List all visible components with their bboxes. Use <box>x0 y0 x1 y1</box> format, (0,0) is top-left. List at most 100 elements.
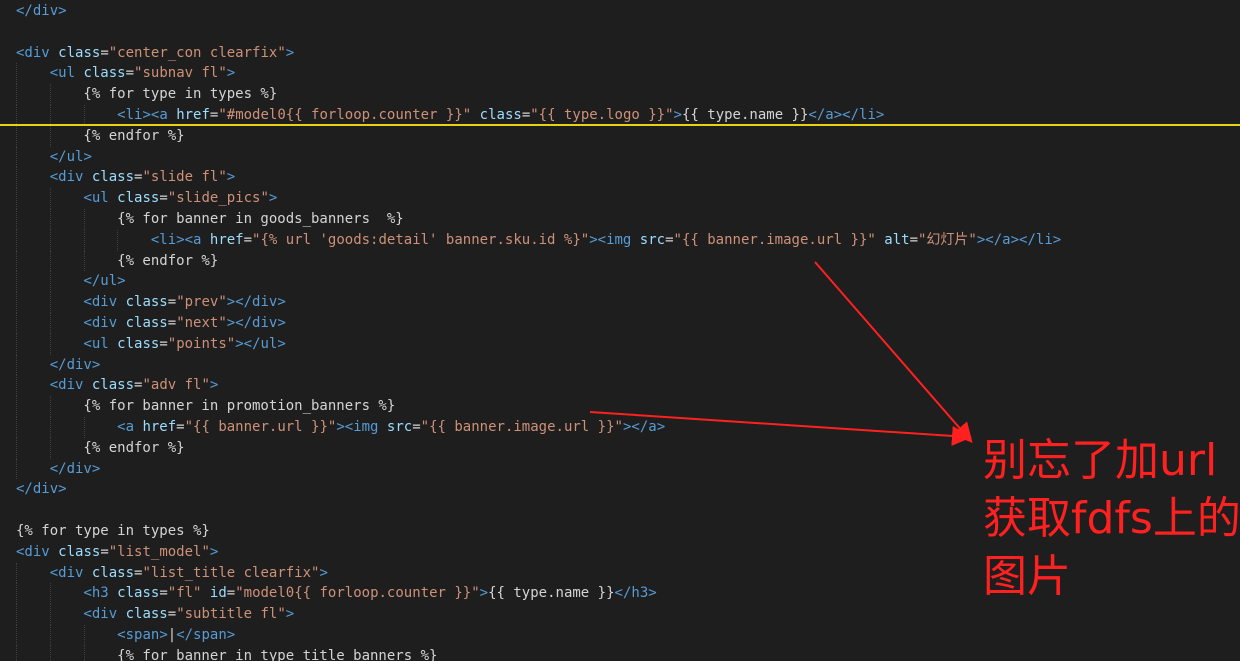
indent-guide <box>49 250 51 272</box>
indent-guide <box>49 333 51 355</box>
code-text: <li><a href="#model0{{ forloop.counter }… <box>117 106 885 123</box>
code-line[interactable]: </ul> <box>0 271 1240 293</box>
indent-guide <box>16 208 17 230</box>
indent-guide <box>16 458 17 480</box>
annotation-line-2: 获取fdfs上的 <box>983 493 1240 544</box>
indent-guide <box>16 63 17 85</box>
code-line[interactable]: </div> <box>0 1 1240 22</box>
code-line[interactable]: </ul> <box>0 146 1240 168</box>
code-line[interactable]: <ul class="points"></ul> <box>0 333 1240 355</box>
indent-guide <box>16 167 17 189</box>
indent-guide <box>49 188 51 209</box>
code-text: <div class="list_title clearfix"> <box>49 564 328 581</box>
indent-guide <box>49 396 51 417</box>
code-line[interactable]: <li><a href="{% url 'goods:detail' banne… <box>0 229 1240 251</box>
indent-guide <box>16 645 17 661</box>
code-line[interactable]: </div> <box>0 354 1240 376</box>
code-text: <div class="slide fl"> <box>49 169 236 186</box>
code-text: </div> <box>16 3 67 19</box>
indent-guide <box>16 396 17 417</box>
indent-guide <box>49 208 51 230</box>
indent-guide <box>16 562 17 584</box>
code-text: <div class="adv fl"> <box>49 377 219 394</box>
indent-guide <box>117 229 119 251</box>
indent-guide <box>83 229 85 251</box>
indent-guide <box>49 416 51 438</box>
indent-guide <box>83 645 85 661</box>
indent-guide <box>49 125 51 147</box>
code-editor[interactable]: </div> <div class="center_con clearfix"> … <box>0 0 1240 661</box>
code-text: {% endfor %} <box>16 439 185 456</box>
indent-guide <box>49 624 51 646</box>
code-line[interactable]: <div class="subtitle fl"> <box>0 604 1240 625</box>
indent-guide <box>49 271 51 293</box>
indent-guide <box>16 229 17 251</box>
code-text: <div class="next"></div> <box>83 314 286 331</box>
code-text: <div class="subtitle fl"> <box>83 606 295 623</box>
code-text: <a href="{{ banner.url }}"><img src="{{ … <box>117 418 666 435</box>
code-text: {% for banner in promotion_banners %} <box>16 398 396 415</box>
code-text: {% endfor %} <box>16 127 185 144</box>
indent-guide <box>49 645 51 661</box>
code-text: </div> <box>49 356 101 373</box>
indent-guide <box>16 292 17 313</box>
indent-guide <box>16 583 17 605</box>
code-line[interactable]: {% for banner in goods_banners %} <box>0 208 1240 230</box>
code-line[interactable]: <span>|</span> <box>0 624 1240 646</box>
indent-guide <box>49 292 51 313</box>
code-line[interactable]: {% for banner in type_title_banners %} <box>0 645 1240 661</box>
code-line[interactable]: <div class="prev"></div> <box>0 292 1240 313</box>
code-line[interactable]: <div class="slide fl"> <box>0 167 1240 189</box>
indent-guide <box>83 624 85 646</box>
code-line[interactable] <box>0 22 1240 43</box>
code-line[interactable]: {% for type in types %} <box>0 84 1240 105</box>
indent-guide <box>16 84 17 105</box>
code-text: </div> <box>16 481 67 498</box>
code-line[interactable]: {% for banner in promotion_banners %} <box>0 396 1240 417</box>
annotation-line-3: 图片 <box>983 551 1071 602</box>
indent-guide <box>49 437 51 459</box>
code-text: <ul class="slide_pics"> <box>83 190 278 207</box>
code-text: <div class="list_model"> <box>16 543 219 560</box>
code-text: <ul class="points"></ul> <box>83 335 286 352</box>
code-text: <div class="center_con clearfix"> <box>16 44 295 61</box>
indent-guide <box>49 104 51 124</box>
indent-guide <box>16 333 17 355</box>
annotation-note: 别忘了加url 获取fdfs上的 图片 <box>983 432 1240 606</box>
annotation-line-1: 别忘了加url <box>983 435 1218 486</box>
code-text: {% endfor %} <box>16 252 219 269</box>
code-line[interactable]: <ul class="slide_pics"> <box>0 188 1240 209</box>
indent-guide <box>16 354 17 376</box>
code-text: {% for type in types %} <box>16 522 210 539</box>
indent-guide <box>16 104 17 124</box>
indent-guide <box>16 604 17 625</box>
code-text: </div> <box>49 460 101 477</box>
indent-guide <box>16 250 17 272</box>
code-text: <li><a href="{% url 'goods:detail' banne… <box>150 231 1062 248</box>
code-text: </ul> <box>83 273 126 290</box>
code-line[interactable]: <div class="center_con clearfix"> <box>0 43 1240 64</box>
code-line[interactable]: <div class="adv fl"> <box>0 375 1240 397</box>
code-line[interactable]: <ul class="subnav fl"> <box>0 63 1240 85</box>
indent-guide <box>16 271 17 293</box>
code-line[interactable]: <div class="next"></div> <box>0 312 1240 334</box>
indent-guide <box>49 312 51 334</box>
indent-guide <box>49 229 51 251</box>
indent-guide <box>83 104 85 124</box>
indent-guide <box>16 437 17 459</box>
code-text: {% for banner in goods_banners %} <box>16 210 404 227</box>
indent-guide <box>16 125 17 147</box>
indent-guide <box>16 375 17 397</box>
code-text: {% for type in types %} <box>16 86 278 103</box>
code-text: <ul class="subnav fl"> <box>49 65 236 82</box>
code-text: <h3 class="fl" id="model0{{ forloop.coun… <box>83 585 657 602</box>
indent-guide <box>83 250 85 272</box>
code-text: {% for banner in type_title_banners %} <box>16 647 438 661</box>
code-line[interactable]: {% endfor %} <box>0 125 1240 147</box>
indent-guide <box>83 208 85 230</box>
indent-guide <box>49 583 51 605</box>
code-line[interactable]: <li><a href="#model0{{ forloop.counter }… <box>0 104 1240 126</box>
code-line[interactable]: {% endfor %} <box>0 250 1240 272</box>
code-text: <div class="prev"></div> <box>83 294 286 311</box>
indent-guide <box>16 188 17 209</box>
